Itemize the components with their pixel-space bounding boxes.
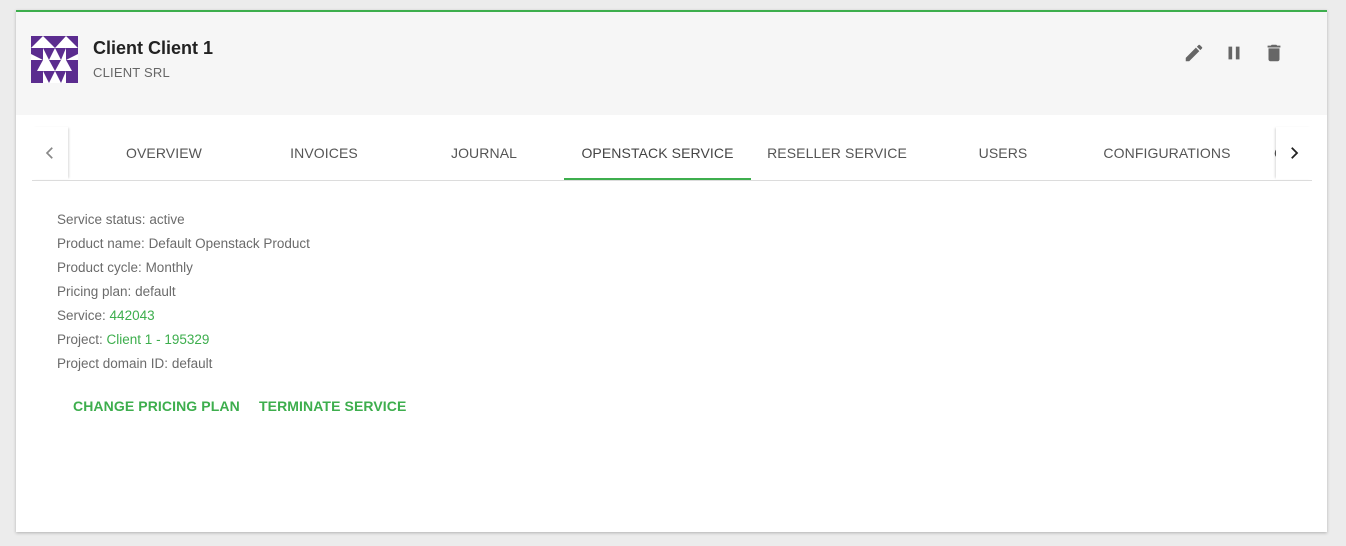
- product-name-label: Product name:: [57, 236, 145, 251]
- tab-bar: OVERVIEW INVOICES JOURNAL OPENSTACK SERV…: [32, 127, 1312, 181]
- service-row: Service: 442043: [57, 304, 310, 328]
- client-name: Client Client 1: [93, 38, 214, 58]
- pricing-plan-value: default: [135, 284, 176, 299]
- product-cycle-value: Monthly: [145, 260, 193, 275]
- pricing-plan-label: Pricing plan:: [57, 284, 132, 299]
- client-company: CLIENT SRL: [93, 65, 170, 80]
- client-card: Client Client 1 CLIENT SRL OVERVIEW INVO…: [16, 10, 1327, 532]
- service-label: Service:: [57, 308, 106, 323]
- project-domain-value: default: [171, 356, 213, 371]
- project-link[interactable]: Client 1 - 195329: [107, 332, 210, 347]
- tab-journal[interactable]: JOURNAL: [404, 127, 564, 179]
- change-pricing-plan-button[interactable]: CHANGE PRICING PLAN: [73, 398, 240, 414]
- tab-configurations[interactable]: CONFIGURATIONS: [1083, 127, 1251, 179]
- service-status-value: active: [149, 212, 185, 227]
- pricing-plan-row: Pricing plan: default: [57, 280, 310, 304]
- product-name-row: Product name: Default Openstack Product: [57, 232, 310, 256]
- terminate-service-button[interactable]: TERMINATE SERVICE: [259, 398, 406, 414]
- tabs-scroll-left-button[interactable]: [32, 127, 68, 179]
- delete-icon: [1267, 44, 1281, 62]
- service-details: Service status: active Product name: Def…: [57, 208, 310, 376]
- tabs-scroll-right-button[interactable]: [1276, 127, 1312, 179]
- chevron-right-icon: [1291, 147, 1299, 159]
- tab-openstack-service[interactable]: OPENSTACK SERVICE: [564, 127, 751, 180]
- project-row: Project: Client 1 - 195329: [57, 328, 310, 352]
- tab-track: OVERVIEW INVOICES JOURNAL OPENSTACK SERV…: [68, 127, 1276, 180]
- project-domain-label: Project domain ID:: [57, 356, 169, 371]
- edit-button[interactable]: [1181, 40, 1207, 66]
- project-label: Project:: [57, 332, 103, 347]
- client-header: Client Client 1 CLIENT SRL: [16, 12, 1327, 115]
- tab-invoices[interactable]: INVOICES: [244, 127, 404, 179]
- service-status-label: Service status:: [57, 212, 146, 227]
- client-avatar: [31, 36, 78, 83]
- tab-overview[interactable]: OVERVIEW: [84, 127, 244, 179]
- edit-icon: [1185, 44, 1203, 62]
- tab-users[interactable]: USERS: [923, 127, 1083, 179]
- service-status-row: Service status: active: [57, 208, 310, 232]
- tab-reseller-service[interactable]: RESELLER SERVICE: [751, 127, 923, 179]
- product-name-value: Default Openstack Product: [148, 236, 310, 251]
- service-link[interactable]: 442043: [110, 308, 155, 323]
- project-domain-row: Project domain ID: default: [57, 352, 310, 376]
- delete-button[interactable]: [1261, 40, 1287, 66]
- product-cycle-label: Product cycle:: [57, 260, 142, 275]
- pause-icon: [1228, 46, 1240, 60]
- chevron-left-icon: [45, 147, 53, 159]
- product-cycle-row: Product cycle: Monthly: [57, 256, 310, 280]
- suspend-button[interactable]: [1221, 40, 1247, 66]
